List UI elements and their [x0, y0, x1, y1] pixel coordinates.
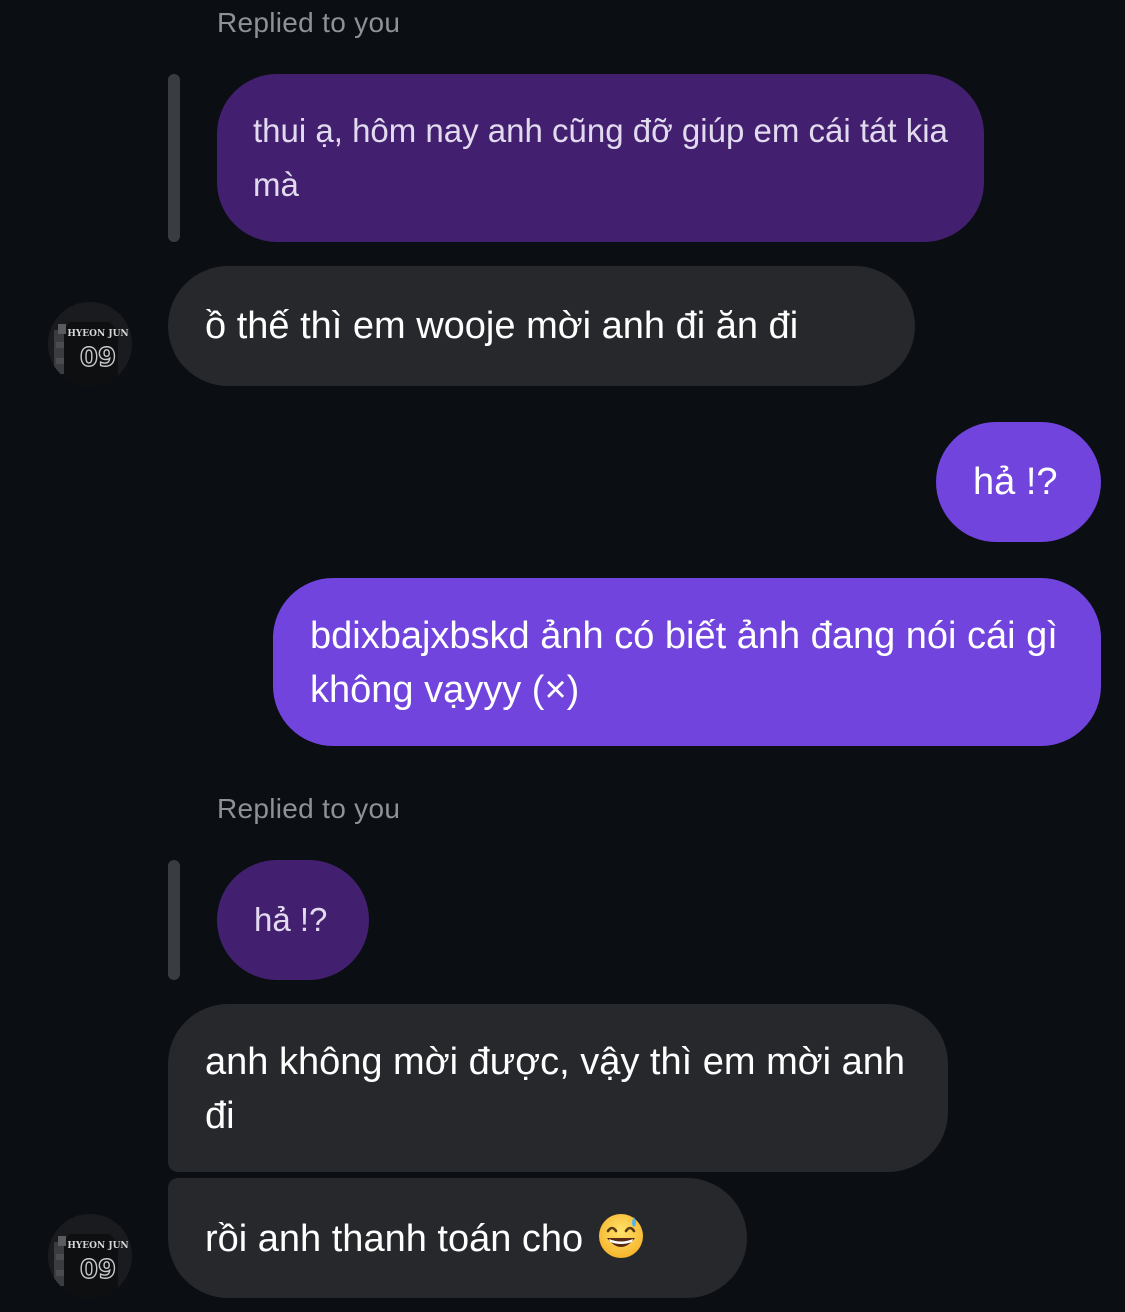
incoming-message-bubble[interactable]: ồ thế thì em wooje mời anh đi ăn đi	[168, 266, 915, 386]
message-text: ồ thế thì em wooje mời anh đi ăn đi	[205, 305, 799, 347]
replied-to-you-label: Replied to you	[217, 7, 401, 38]
quoted-message-bubble[interactable]: hả !?	[217, 860, 369, 980]
reply-indicator-bar	[168, 860, 180, 980]
replied-to-you-label: Replied to you	[217, 793, 401, 824]
quoted-message-bubble[interactable]: thui ạ, hôm nay anh cũng đỡ giúp em cái …	[217, 74, 984, 242]
jersey-avatar-image: HYEON JUN 09	[48, 1214, 132, 1298]
jersey-avatar-image: HYEON JUN 09	[48, 302, 132, 386]
message-text: bdixbajxbskd ảnh có biết ảnh đang nói cá…	[310, 615, 1058, 711]
outgoing-message-bubble[interactable]: hả !?	[936, 422, 1101, 542]
message-text: rồi anh thanh toán cho	[205, 1218, 584, 1260]
outgoing-message-bubble[interactable]: bdixbajxbskd ảnh có biết ảnh đang nói cá…	[273, 578, 1101, 746]
jersey-name-text: HYEON JUN	[67, 329, 128, 339]
quoted-message-text: thui ạ, hôm nay anh cũng đỡ giúp em cái …	[253, 112, 948, 203]
reply-indicator-bar	[168, 74, 180, 242]
quoted-message-text: hả !?	[254, 901, 328, 938]
message-text: anh không mời được, vậy thì em mời anh đ…	[205, 1041, 906, 1137]
avatar[interactable]: HYEON JUN 09	[48, 302, 132, 386]
avatar[interactable]: HYEON JUN 09	[48, 1214, 132, 1298]
jersey-name-text: HYEON JUN	[67, 1241, 128, 1251]
message-text: hả !?	[973, 461, 1058, 503]
jersey-number-text: 09	[80, 1255, 116, 1285]
grinning-sweat-emoji-icon	[597, 1211, 645, 1259]
jersey-number-text: 09	[80, 343, 116, 373]
incoming-message-bubble[interactable]: anh không mời được, vậy thì em mời anh đ…	[168, 1004, 948, 1172]
incoming-message-bubble[interactable]: rồi anh thanh toán cho	[168, 1178, 747, 1298]
